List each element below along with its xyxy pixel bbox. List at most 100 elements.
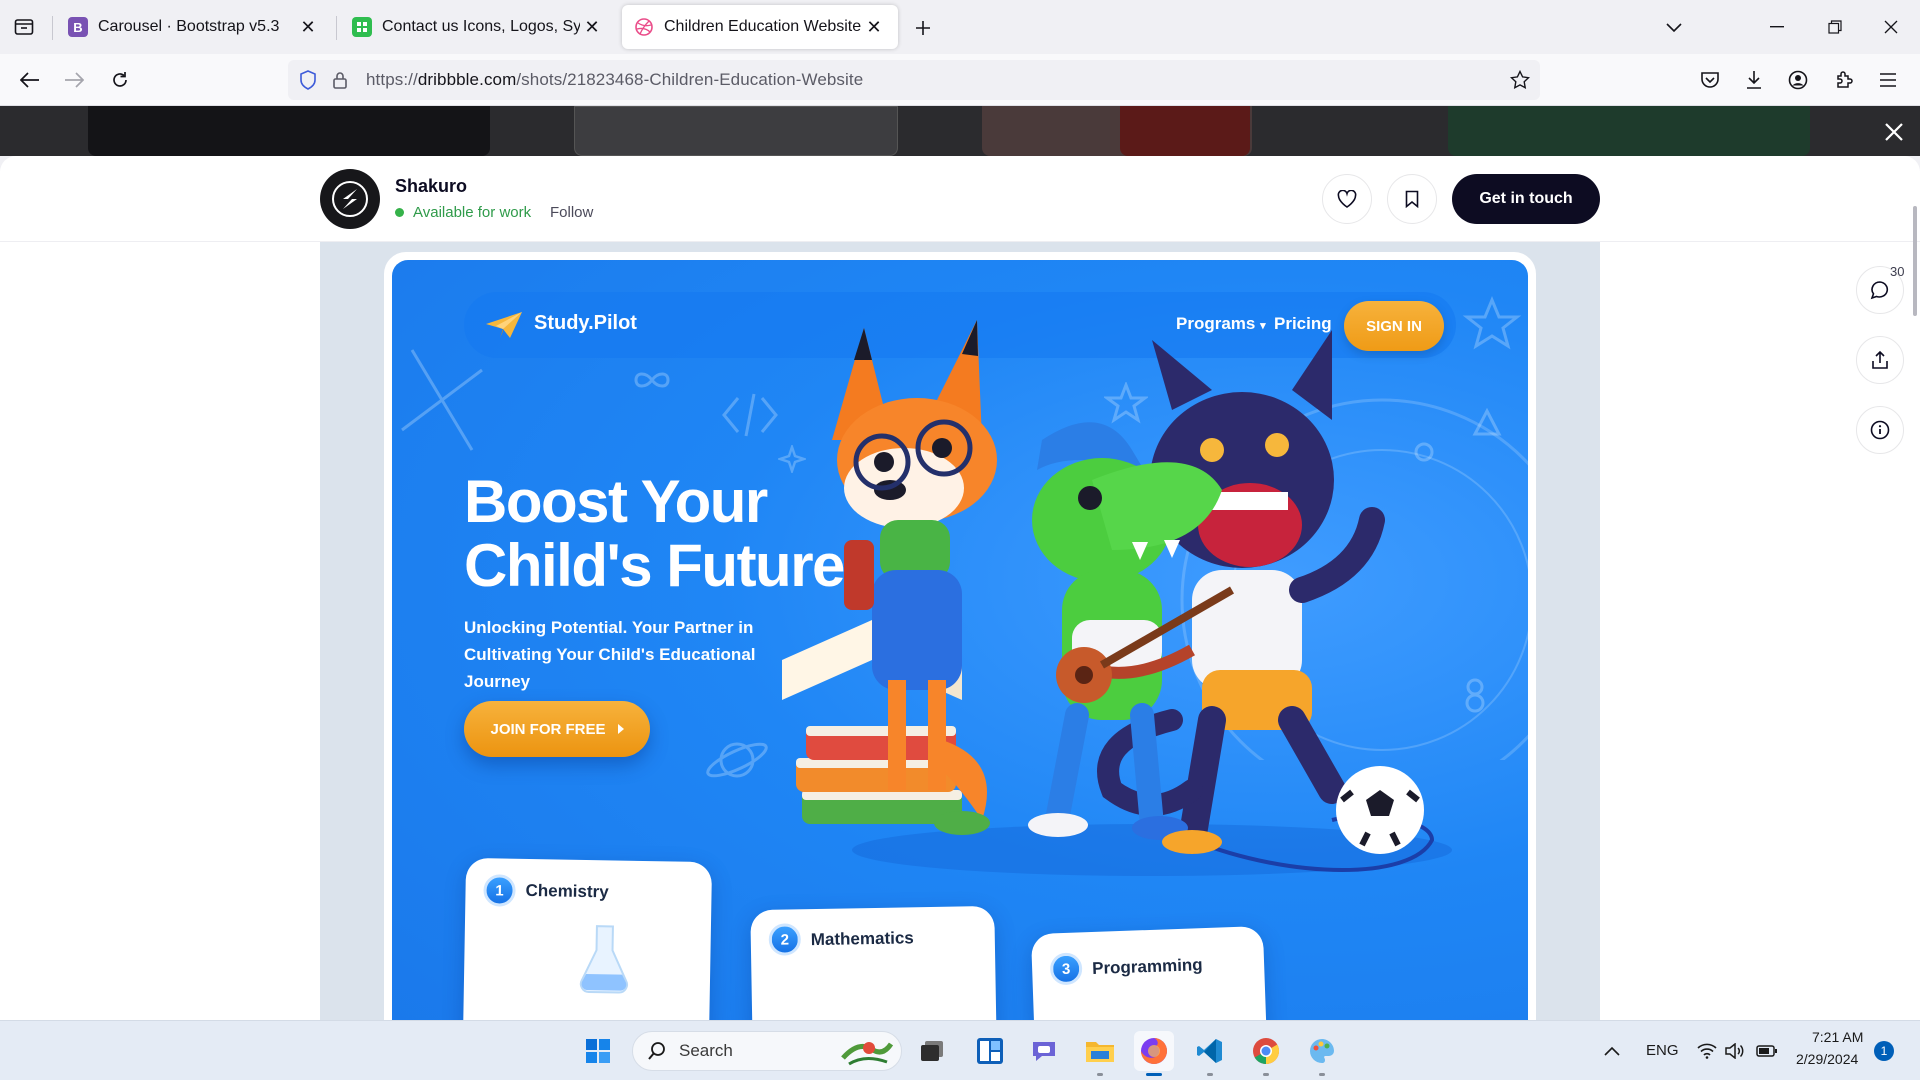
shot-header: Shakuro Available for work Follow Get in… xyxy=(0,156,1920,242)
wifi-icon[interactable] xyxy=(1694,1031,1720,1071)
url-path: /shots/21823468-Children-Education-Websi… xyxy=(516,70,864,89)
reload-icon[interactable] xyxy=(102,62,138,98)
decorative-planet-icon xyxy=(706,742,768,778)
new-tab-icon[interactable] xyxy=(906,12,940,44)
info-button[interactable] xyxy=(1856,406,1904,454)
dribbble-favicon-icon xyxy=(634,17,654,37)
subject-label: Chemistry xyxy=(525,880,609,902)
close-tab-icon[interactable]: ✕ xyxy=(580,15,604,39)
file-explorer-icon[interactable] xyxy=(1080,1031,1120,1076)
close-tab-icon[interactable]: ✕ xyxy=(862,15,886,39)
background-shot-thumbnail xyxy=(1120,106,1250,156)
availability-status[interactable]: Available for work xyxy=(395,204,531,221)
battery-icon[interactable] xyxy=(1752,1031,1782,1071)
comment-icon xyxy=(1870,281,1889,300)
back-arrow-icon[interactable] xyxy=(12,62,48,98)
modal-backdrop[interactable] xyxy=(0,106,1920,156)
designer-name[interactable]: Shakuro xyxy=(395,176,467,197)
running-indicator xyxy=(1319,1073,1325,1076)
close-tab-icon[interactable]: ✕ xyxy=(296,15,320,39)
browser-nav-bar: https://dribbble.com/shots/21823468-Chil… xyxy=(0,54,1920,106)
search-label: Search xyxy=(679,1041,733,1060)
forward-arrow-icon[interactable] xyxy=(56,62,92,98)
join-for-free-button[interactable]: JOIN FOR FREE xyxy=(464,701,650,757)
chevron-up-icon[interactable] xyxy=(1598,1031,1626,1071)
pocket-icon[interactable] xyxy=(1692,62,1728,98)
background-shot-thumbnail xyxy=(574,106,898,156)
like-button[interactable] xyxy=(1322,174,1372,224)
notification-badge[interactable]: 1 xyxy=(1874,1041,1894,1061)
running-indicator xyxy=(1097,1073,1103,1076)
info-icon xyxy=(1870,420,1890,440)
tab-title: Contact us Icons, Logos, Symbo xyxy=(382,18,580,35)
chevron-down-icon[interactable] xyxy=(1656,12,1692,44)
iconscout-favicon-icon xyxy=(352,17,372,37)
tab-separator xyxy=(336,16,337,40)
tab-list-icon[interactable] xyxy=(6,10,42,44)
volume-icon[interactable] xyxy=(1722,1031,1748,1071)
share-button[interactable] xyxy=(1856,336,1904,384)
subject-number-badge: 3 xyxy=(1049,952,1083,986)
vscode-icon[interactable] xyxy=(1190,1031,1230,1076)
save-button[interactable] xyxy=(1387,174,1437,224)
close-window-icon[interactable] xyxy=(1866,10,1916,44)
tab-bootstrap-carousel[interactable]: B Carousel · Bootstrap v5.3 ✕ xyxy=(56,5,332,49)
clock-time[interactable]: 7:21 AM xyxy=(1812,1029,1863,1045)
join-label: JOIN FOR FREE xyxy=(490,720,606,738)
minimize-icon[interactable] xyxy=(1752,10,1802,44)
bootstrap-favicon-icon: B xyxy=(68,17,88,37)
running-indicator xyxy=(1263,1073,1269,1076)
start-icon[interactable] xyxy=(578,1031,618,1071)
modal-scrollbar[interactable] xyxy=(1913,206,1917,316)
background-shot-thumbnail xyxy=(88,106,490,156)
tab-separator xyxy=(52,16,53,40)
address-bar[interactable]: https://dribbble.com/shots/21823468-Chil… xyxy=(288,60,1540,100)
clock-date[interactable]: 2/29/2024 xyxy=(1796,1051,1858,1067)
url-domain: dribbble.com xyxy=(417,70,517,89)
bookmark-star-icon[interactable] xyxy=(1510,70,1530,90)
soccer-ball xyxy=(1336,766,1424,854)
account-icon[interactable] xyxy=(1780,62,1816,98)
url-text: https://dribbble.com/shots/21823468-Chil… xyxy=(366,70,863,90)
background-shot-thumbnail xyxy=(1448,106,1810,156)
share-icon xyxy=(1872,350,1888,369)
hero-section: Study.Pilot Programs ▾ Pricing SIGN IN B… xyxy=(392,260,1528,1020)
close-modal-icon[interactable] xyxy=(1876,114,1912,150)
paint-app-icon[interactable] xyxy=(1302,1031,1342,1076)
decorative-code-icon xyxy=(722,393,778,437)
tab-children-education[interactable]: Children Education Website by ✕ xyxy=(622,5,898,49)
site-brand[interactable]: Study.Pilot xyxy=(534,312,637,335)
hamburger-menu-icon[interactable] xyxy=(1870,62,1906,98)
shakuro-logo-icon xyxy=(332,181,368,217)
comment-count: 30 xyxy=(1890,264,1905,279)
shot-modal: Shakuro Available for work Follow Get in… xyxy=(0,156,1920,1020)
paper-plane-logo-icon[interactable] xyxy=(484,310,524,340)
subject-number-badge: 2 xyxy=(768,923,802,956)
teams-chat-icon[interactable] xyxy=(1024,1031,1064,1071)
designer-avatar[interactable] xyxy=(320,169,380,229)
firefox-icon[interactable] xyxy=(1134,1031,1174,1076)
subject-card-programming[interactable]: 3 Programming xyxy=(1030,926,1270,1020)
input-language[interactable]: ENG xyxy=(1646,1042,1679,1059)
subject-card-chemistry[interactable]: 1 Chemistry xyxy=(461,857,713,1020)
get-in-touch-button[interactable]: Get in touch xyxy=(1452,174,1600,224)
heart-icon xyxy=(1337,190,1357,208)
shield-icon[interactable] xyxy=(298,70,318,90)
lock-icon[interactable] xyxy=(330,70,350,90)
shot-preview-card: Study.Pilot Programs ▾ Pricing SIGN IN B… xyxy=(384,252,1536,1020)
subject-card-mathematics[interactable]: 2 Mathematics xyxy=(750,905,998,1020)
task-view-icon[interactable] xyxy=(912,1031,952,1071)
follow-link[interactable]: Follow xyxy=(550,204,593,221)
widgets-icon[interactable] xyxy=(970,1031,1010,1071)
restore-icon[interactable] xyxy=(1810,10,1860,44)
tab-contact-icons[interactable]: Contact us Icons, Logos, Symbo ✕ xyxy=(340,5,616,49)
taskbar-search-box[interactable]: Search xyxy=(632,1031,902,1071)
decorative-infinity-icon xyxy=(634,372,670,388)
active-indicator xyxy=(1146,1073,1162,1076)
play-arrow-icon xyxy=(617,724,624,734)
download-icon[interactable] xyxy=(1736,62,1772,98)
chrome-icon[interactable] xyxy=(1246,1031,1286,1076)
decorative-cross-icon xyxy=(401,349,483,451)
subject-label: Programming xyxy=(1091,955,1203,978)
extensions-icon[interactable] xyxy=(1826,62,1862,98)
